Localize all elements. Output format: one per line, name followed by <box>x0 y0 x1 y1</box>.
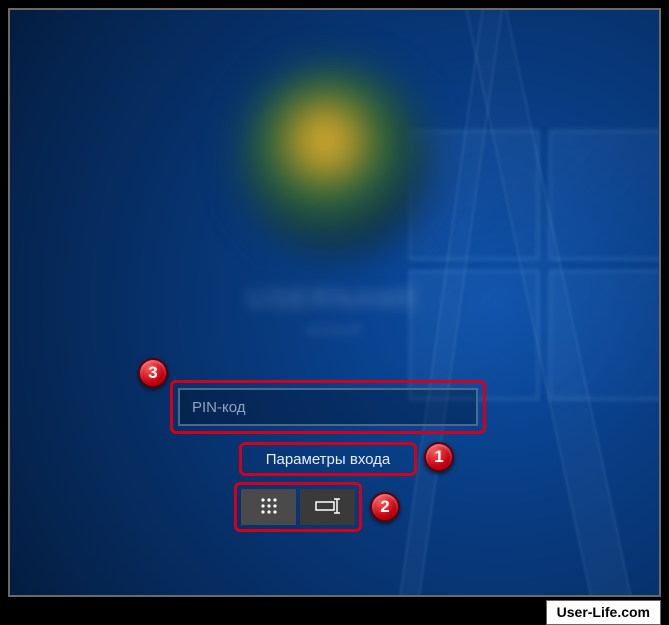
pin-input-callout <box>170 380 486 434</box>
annotation-badge-3: 3 <box>138 358 168 388</box>
annotation-badge-2: 2 <box>370 492 400 522</box>
keypad-icon <box>259 496 279 519</box>
user-name: USERNAME <box>155 283 515 315</box>
pin-input[interactable] <box>178 388 478 426</box>
lock-screen: USERNAME account Параметры входа <box>8 8 661 597</box>
signin-methods-callout <box>234 482 362 532</box>
user-avatar <box>240 65 430 255</box>
user-block: USERNAME account <box>155 65 515 337</box>
method-pin-button[interactable] <box>241 489 296 525</box>
method-password-button[interactable] <box>300 489 355 525</box>
watermark: User-Life.com <box>546 600 661 625</box>
annotation-badge-1: 1 <box>424 442 454 472</box>
signin-options-link[interactable]: Параметры входа <box>266 451 391 468</box>
user-sub: account <box>155 321 515 337</box>
signin-options-callout: Параметры входа <box>239 442 417 476</box>
password-cursor-icon <box>315 497 341 518</box>
